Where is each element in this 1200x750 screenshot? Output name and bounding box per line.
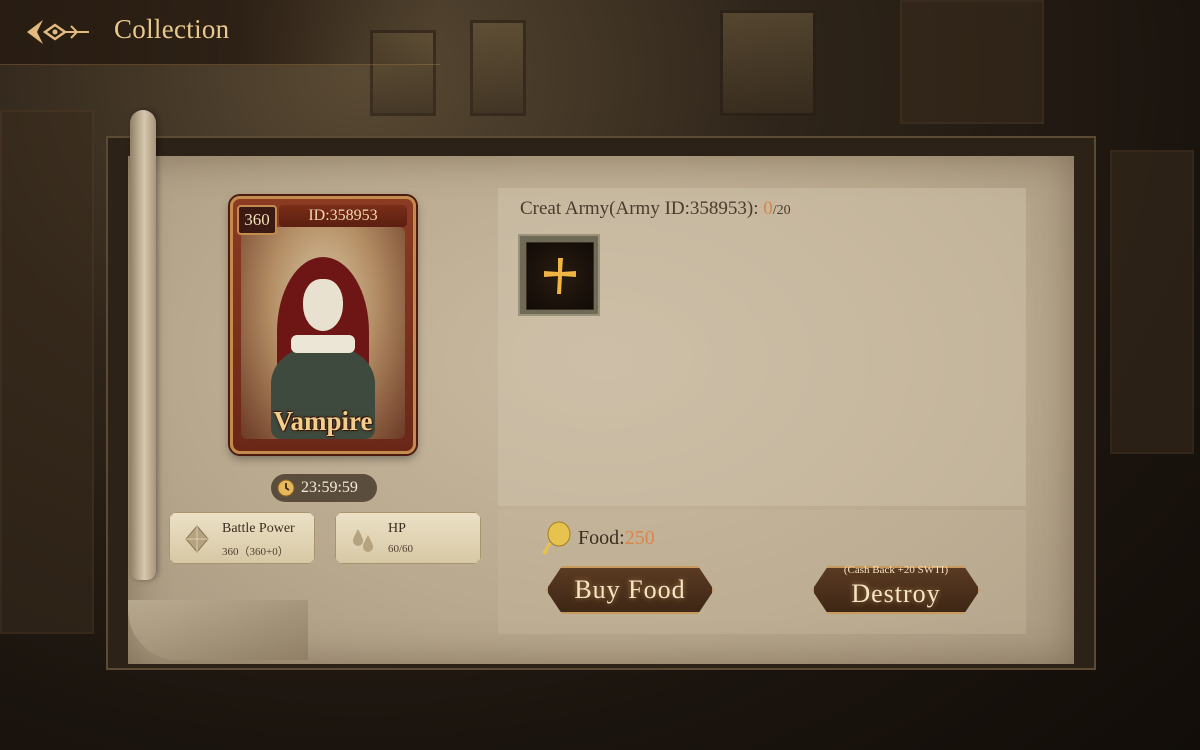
destroy-cashback-note: (Cash Back +20 SWTI) [843,564,949,576]
scroll-bottom-curl [128,600,308,660]
destroy-label: Destroy [851,579,941,608]
hero-collar [291,335,355,353]
background-window [470,20,526,116]
clock-icon [277,479,295,497]
background-shelf [0,110,94,634]
timer-value: 23:59:59 [301,479,358,496]
add-army-slot[interactable] [518,234,600,316]
battle-power-panel: Battle Power 360（360+0） [169,512,315,564]
buy-food-label: Buy Food [574,575,686,604]
back-button[interactable] [22,12,94,52]
food-display: Food:250 [542,521,655,555]
food-label: Food: [578,526,625,549]
hp-value: 60/60 [388,543,414,555]
hero-id: ID:358953 [279,205,407,227]
top-bar: Collection [0,0,440,65]
buy-food-button[interactable]: Buy Food [546,566,714,614]
background-shelf [900,0,1044,124]
battle-power-value: 360（360+0） [222,546,289,558]
food-bag-icon [542,521,571,555]
background-shelf [1110,150,1194,454]
page-title: Collection [114,14,230,44]
army-current-count: 0 [763,198,773,219]
back-arrow-icon [27,20,89,44]
hero-face [303,279,343,331]
countdown-timer: 23:59:59 [271,474,377,502]
hero-level-badge: 360 [237,205,277,235]
hp-panel: HP 60/60 [335,512,481,564]
plus-icon [544,258,576,294]
army-title: Creat Army(Army ID:358953): 0/20 [520,198,791,220]
add-slot-inner [526,242,594,310]
army-title-text: Creat Army(Army ID:358953): [520,198,764,219]
food-value: 250 [624,526,655,549]
hp-label: HP [388,521,406,536]
hero-name: Vampire [273,406,373,436]
scroll-curl [130,110,156,580]
army-max-count: /20 [772,203,791,218]
battle-power-label: Battle Power [222,521,295,536]
background-window [720,10,816,116]
hero-card[interactable]: 360 ID:358953 Vampire [230,196,416,454]
diamond-crystal-icon [184,525,210,553]
blood-drops-icon [350,525,376,553]
